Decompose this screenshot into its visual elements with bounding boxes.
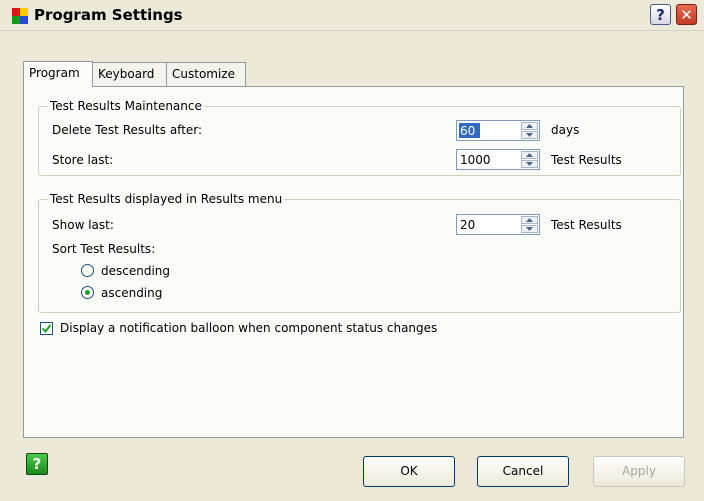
store-spin-buttons: [521, 151, 538, 168]
store-label: Store last:: [52, 153, 114, 167]
close-icon[interactable]: ✕: [676, 4, 697, 25]
spin-down-icon[interactable]: [521, 160, 538, 168]
tab-customize[interactable]: Customize: [166, 62, 246, 86]
show-spin-buttons: [521, 216, 538, 233]
delete-spin-buttons: [521, 122, 538, 139]
show-last-input[interactable]: [459, 217, 518, 232]
results-menu-legend: Test Results displayed in Results menu: [48, 192, 285, 206]
window-title: Program Settings: [34, 6, 183, 24]
sort-label: Sort Test Results:: [52, 242, 156, 256]
delete-label: Delete Test Results after:: [52, 123, 203, 137]
help-icon[interactable]: ?: [650, 4, 671, 25]
spin-up-icon[interactable]: [521, 151, 538, 159]
show-last-spinner: [456, 214, 540, 235]
ok-button[interactable]: OK: [363, 456, 455, 487]
radio-ascending[interactable]: [81, 286, 94, 299]
radio-descending[interactable]: [81, 264, 94, 277]
app-icon: [12, 8, 28, 24]
store-unit: Test Results: [551, 153, 622, 167]
radio-ascending-label[interactable]: ascending: [101, 286, 162, 300]
show-last-label: Show last:: [52, 218, 114, 232]
notification-checkbox[interactable]: [40, 322, 53, 335]
cancel-button[interactable]: Cancel: [477, 456, 569, 487]
spin-up-icon[interactable]: [521, 122, 538, 130]
delete-after-input[interactable]: [459, 123, 480, 138]
tab-program[interactable]: Program: [23, 61, 93, 87]
apply-button[interactable]: Apply: [593, 456, 685, 487]
spin-up-icon[interactable]: [521, 216, 538, 224]
show-last-unit: Test Results: [551, 218, 622, 232]
delete-after-spinner: [456, 120, 540, 141]
store-last-input[interactable]: [459, 152, 518, 167]
spin-down-icon[interactable]: [521, 225, 538, 233]
help-icon[interactable]: ?: [26, 453, 48, 475]
store-last-spinner: [456, 149, 540, 170]
maintenance-legend: Test Results Maintenance: [48, 99, 204, 113]
checkmark-icon: [42, 324, 51, 333]
delete-unit: days: [551, 123, 580, 137]
radio-descending-label[interactable]: descending: [101, 264, 170, 278]
tab-panel-program: Test Results Maintenance Delete Test Res…: [23, 86, 684, 438]
notification-label[interactable]: Display a notification balloon when comp…: [60, 321, 437, 335]
title-bar: Program Settings ? ✕: [0, 0, 704, 31]
tab-keyboard[interactable]: Keyboard: [92, 62, 167, 86]
spin-down-icon[interactable]: [521, 131, 538, 139]
